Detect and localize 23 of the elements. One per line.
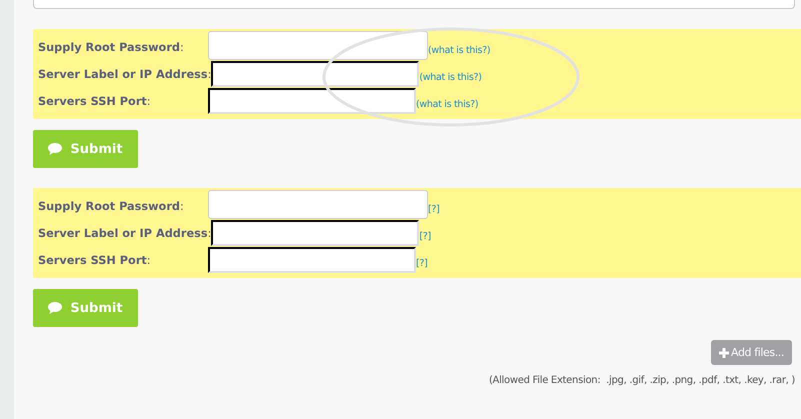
input-field[interactable] (208, 88, 416, 114)
allowed-extensions-note: (Allowed File Extension: .jpg, .gif, .zip, .png, .pdf, .txt, .key, .rar, ) (488, 375, 796, 386)
help-link[interactable]: [?] (428, 204, 440, 219)
input-field[interactable] (208, 247, 416, 273)
help-link[interactable]: (what is this?) (419, 72, 482, 87)
submit-button[interactable]: Submit (33, 130, 138, 168)
field-label: Servers SSH Port: (38, 254, 152, 269)
submit-button[interactable]: Submit (33, 289, 138, 327)
help-link[interactable]: (what is this?) (428, 45, 490, 60)
field-label: Supply Root Password: (38, 41, 185, 56)
field-label: Servers SSH Port: (38, 95, 152, 110)
help-link[interactable]: [?] (419, 231, 431, 246)
input-field[interactable] (211, 61, 420, 87)
field-label: Server Label or IP Address: (38, 227, 212, 242)
field-label: Supply Root Password: (38, 200, 185, 215)
add-files-button[interactable]: Add files... (711, 340, 792, 365)
field-label: Server Label or IP Address: (38, 68, 212, 83)
help-link[interactable]: [?] (416, 258, 428, 273)
speech-bubble-icon (48, 143, 62, 155)
help-link[interactable]: (what is this?) (416, 99, 478, 114)
speech-bubble-icon (48, 302, 62, 314)
input-field[interactable] (211, 220, 420, 246)
plus-icon (719, 348, 730, 358)
